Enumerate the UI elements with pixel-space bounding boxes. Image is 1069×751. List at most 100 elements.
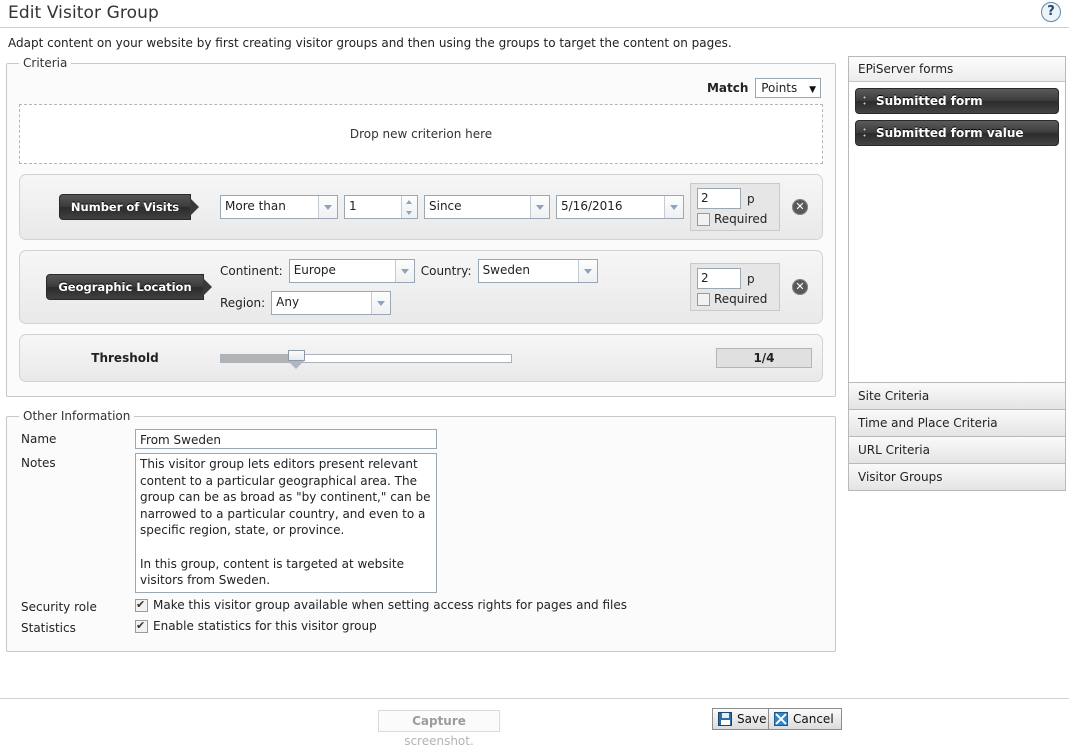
palette-item-submitted-form[interactable]: Submitted form — [855, 88, 1059, 114]
points-unit-label: p — [747, 271, 755, 286]
continent-select-value: Europe — [293, 263, 336, 277]
points-unit-label: p — [747, 191, 755, 206]
chevron-down-icon — [530, 196, 549, 218]
page-header: Edit Visitor Group ? — [0, 0, 1069, 28]
criterion-tag-wrapper: Number of Visits — [30, 194, 220, 220]
threshold-slider-wrap — [220, 348, 704, 369]
notes-textarea[interactable]: This visitor group lets editors present … — [135, 453, 437, 593]
stepper-down-icon[interactable] — [402, 207, 417, 218]
threshold-label: Threshold — [91, 351, 159, 365]
required-checkbox[interactable] — [697, 292, 710, 306]
name-input[interactable]: From Sweden — [135, 429, 437, 449]
delete-criterion-icon[interactable]: ✕ — [792, 279, 808, 295]
continent-select[interactable]: Europe — [288, 259, 415, 283]
capture-bold-label: Capture — [412, 714, 466, 728]
statistics-checkbox[interactable] — [135, 619, 148, 633]
footer-bar: Capture screenshot. Save Cancel — [0, 698, 1069, 748]
palette-item-submitted-form-value[interactable]: Submitted form value — [855, 120, 1059, 146]
date-select-value: 5/16/2016 — [561, 199, 623, 213]
chevron-down-icon: ▼ — [809, 85, 816, 95]
notes-label: Notes — [21, 456, 56, 470]
intro-description: Adapt content on your website by first c… — [8, 36, 732, 50]
left-column: Criteria Match Points ▼ Drop new criteri… — [0, 56, 836, 664]
name-row: Name From Sweden — [15, 429, 827, 449]
match-select[interactable]: Points ▼ — [755, 78, 821, 98]
stepper-buttons[interactable] — [401, 196, 417, 218]
points-input[interactable]: 2 — [697, 268, 741, 289]
country-select-value: Sweden — [482, 263, 530, 277]
visit-count-stepper[interactable]: 1 — [344, 195, 418, 219]
visit-count-value: 1 — [349, 199, 357, 213]
criterion-row-number-of-visits[interactable]: Number of Visits More than 1 Since 5/16/… — [19, 174, 823, 240]
drop-zone-label: Drop new criterion here — [349, 127, 493, 141]
match-row: Match Points ▼ — [15, 76, 827, 104]
region-select-value: Any — [276, 295, 300, 309]
chevron-down-icon — [664, 196, 683, 218]
notes-row: Notes This visitor group lets editors pr… — [15, 453, 827, 593]
accordion-item-time-and-place-criteria[interactable]: Time and Place Criteria — [848, 410, 1066, 437]
statistics-text: Enable statistics for this visitor group — [153, 619, 377, 633]
criteria-legend: Criteria — [23, 56, 68, 70]
save-button-label: Save — [737, 712, 767, 726]
palette-item-label: Submitted form value — [876, 126, 1024, 140]
chevron-down-icon — [371, 292, 391, 314]
drag-handle-icon — [863, 128, 866, 139]
slider-handle-tip-icon — [288, 360, 305, 369]
name-label: Name — [21, 432, 57, 446]
accordion-item-visitor-groups[interactable]: Visitor Groups — [848, 464, 1066, 491]
criterion-fields: Continent: Europe Country: Sweden Region… — [220, 259, 684, 315]
other-information-legend: Other Information — [23, 409, 131, 423]
stepper-up-icon[interactable] — [402, 196, 417, 207]
statistics-row: Statistics Enable statistics for this vi… — [15, 618, 827, 636]
threshold-slider-handle[interactable] — [288, 349, 306, 369]
save-button[interactable]: Save — [712, 708, 775, 730]
security-role-text: Make this visitor group available when s… — [153, 598, 628, 612]
points-line: 2 p — [697, 268, 773, 289]
statistics-check[interactable]: Enable statistics for this visitor group — [135, 618, 377, 633]
timeframe-select[interactable]: Since — [424, 195, 550, 219]
security-role-checkbox[interactable] — [135, 598, 148, 612]
palette-panel-body: Submitted form Submitted form value — [849, 82, 1065, 382]
criterion-drop-zone[interactable]: Drop new criterion here — [19, 104, 823, 164]
cancel-x-icon — [774, 712, 788, 726]
match-label: Match — [706, 80, 749, 95]
criterion-tag-wrapper: Geographic Location — [30, 274, 220, 300]
criterion-row-geographic-location[interactable]: Geographic Location Continent: Europe Co… — [19, 250, 823, 324]
threshold-slider-track[interactable] — [220, 349, 512, 369]
statistics-label: Statistics — [21, 621, 76, 635]
cancel-button[interactable]: Cancel — [768, 708, 842, 730]
accordion-item-url-criteria[interactable]: URL Criteria — [848, 437, 1066, 464]
points-box: 2 p Required — [690, 263, 780, 311]
country-label: Country: — [420, 264, 472, 278]
accordion-item-site-criteria[interactable]: Site Criteria — [848, 383, 1066, 410]
region-select[interactable]: Any — [271, 291, 392, 315]
operator-select[interactable]: More than — [220, 195, 338, 219]
required-line: Required — [697, 212, 773, 226]
slider-handle-body — [288, 349, 306, 361]
criterion-tag-number-of-visits[interactable]: Number of Visits — [58, 194, 200, 220]
region-label: Region: — [220, 296, 266, 310]
help-icon[interactable]: ? — [1041, 2, 1061, 22]
security-role-row: Security role Make this visitor group av… — [15, 597, 827, 615]
points-input[interactable]: 2 — [697, 188, 741, 209]
palette-panel-title: EPiServer forms — [849, 57, 1065, 82]
security-role-check[interactable]: Make this visitor group available when s… — [135, 597, 627, 612]
chevron-down-icon — [394, 260, 414, 282]
capture-screenshot-button[interactable]: Capture screenshot. — [378, 710, 500, 748]
required-checkbox[interactable] — [697, 212, 710, 226]
country-select[interactable]: Sweden — [477, 259, 598, 283]
required-label: Required — [714, 212, 768, 226]
cancel-button-label: Cancel — [793, 712, 834, 726]
criterion-fields: More than 1 Since 5/16/2016 — [220, 195, 684, 219]
continent-label: Continent: — [220, 264, 283, 278]
capture-rest-label: screenshot. — [404, 734, 474, 748]
delete-criterion-icon[interactable]: ✕ — [792, 199, 808, 215]
criteria-palette-panel: EPiServer forms Submitted form Submitted… — [848, 56, 1066, 383]
timeframe-select-value: Since — [429, 199, 462, 213]
page-title: Edit Visitor Group — [8, 3, 159, 23]
drag-handle-icon — [863, 96, 866, 107]
other-information-section: Other Information Name From Sweden Notes… — [6, 409, 836, 652]
chevron-down-icon — [577, 260, 597, 282]
date-select[interactable]: 5/16/2016 — [556, 195, 684, 219]
criterion-tag-geographic-location[interactable]: Geographic Location — [46, 274, 213, 300]
